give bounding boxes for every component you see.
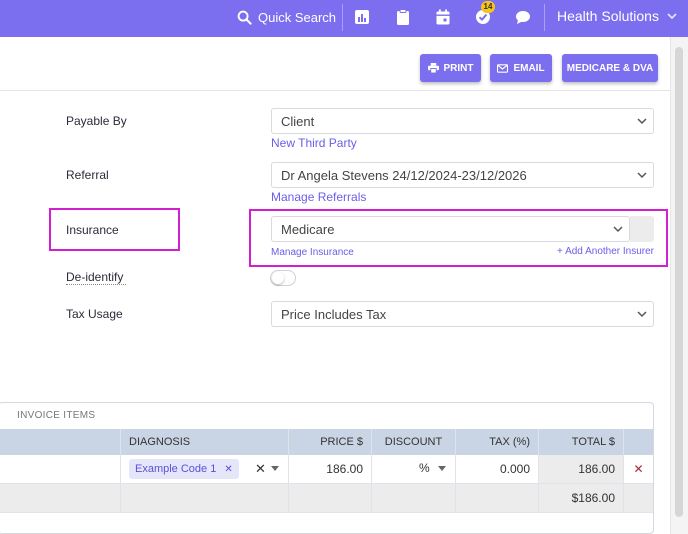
column-header-diagnosis: DIAGNOSIS	[121, 429, 288, 455]
add-another-insurer-link[interactable]: + Add Another Insurer	[557, 246, 654, 257]
chevron-down-icon	[637, 311, 647, 318]
total-cell: 186.00	[539, 455, 623, 483]
column-divider	[623, 429, 624, 513]
deidentify-underline	[66, 284, 126, 285]
delete-row-icon[interactable]: ✕	[624, 455, 653, 483]
item-cell[interactable]	[0, 455, 120, 483]
column-header-total: TOTAL $	[539, 429, 623, 455]
deidentify-toggle[interactable]	[270, 270, 296, 286]
email-label: EMAIL	[513, 62, 545, 74]
discount-type: %	[419, 461, 430, 475]
scrollbar-thumb[interactable]	[675, 47, 683, 517]
insurance-extra-button[interactable]	[630, 216, 654, 242]
column-header-item	[0, 429, 120, 455]
organization-name: Health Solutions	[557, 8, 659, 24]
new-third-party-link[interactable]: New Third Party	[271, 136, 357, 150]
caret-down-icon[interactable]	[438, 466, 446, 472]
price-cell[interactable]: 186.00	[289, 455, 371, 483]
medicare-dva-label: MEDICARE & DVA	[566, 62, 654, 74]
column-header-tax: TAX (%)	[456, 429, 538, 455]
print-button[interactable]: PRINT	[420, 54, 481, 82]
column-divider	[371, 429, 372, 513]
print-label: PRINT	[443, 62, 474, 74]
email-button[interactable]: EMAIL	[490, 54, 552, 82]
referral-label: Referral	[66, 168, 109, 182]
column-header-discount: DISCOUNT	[372, 429, 455, 455]
chevron-down-icon	[613, 226, 623, 233]
column-divider	[288, 429, 289, 513]
tax-usage-label: Tax Usage	[66, 307, 123, 321]
insurance-value: Medicare	[281, 221, 335, 237]
payable-by-value: Client	[281, 113, 315, 129]
column-divider	[538, 429, 539, 513]
chevron-down-icon	[667, 13, 677, 20]
toggle-knob	[272, 272, 284, 284]
vertical-scrollbar[interactable]	[670, 37, 688, 534]
divider	[544, 4, 545, 31]
payable-by-select[interactable]: Client	[271, 108, 654, 134]
clear-icon[interactable]: ✕	[255, 461, 266, 477]
chart-icon[interactable]	[354, 9, 370, 25]
insurance-label: Insurance	[66, 223, 119, 237]
referral-value: Dr Angela Stevens 24/12/2024-23/12/2026	[281, 167, 527, 183]
chevron-down-icon	[637, 172, 647, 179]
envelope-icon	[497, 63, 509, 73]
chat-icon[interactable]	[515, 9, 531, 25]
manage-referrals-link[interactable]: Manage Referrals	[271, 190, 366, 204]
divider	[342, 4, 343, 31]
deidentify-label: De-identify	[66, 270, 124, 284]
diagnosis-tag: Example Code 1 ✕	[129, 459, 239, 479]
column-header-price: PRICE $	[289, 429, 371, 455]
discount-cell[interactable]: %	[372, 455, 455, 483]
medicare-dva-button[interactable]: MEDICARE & DVA	[562, 54, 658, 82]
insurance-select[interactable]: Medicare	[271, 216, 630, 242]
quick-search-button[interactable]: Quick Search	[237, 0, 336, 34]
clipboard-icon[interactable]	[395, 9, 411, 25]
tax-usage-select[interactable]: Price Includes Tax	[271, 301, 654, 327]
column-divider	[455, 429, 456, 513]
printer-icon	[427, 63, 439, 73]
diagnosis-cell[interactable]: Example Code 1 ✕ ✕	[121, 455, 288, 483]
diagnosis-tag-label: Example Code 1	[135, 463, 217, 475]
column-divider	[120, 429, 121, 513]
chevron-down-icon	[637, 118, 647, 125]
row-divider	[0, 512, 653, 513]
notification-badge: 14	[481, 1, 495, 13]
remove-tag-icon[interactable]: ✕	[224, 464, 232, 475]
quick-search-label: Quick Search	[258, 9, 337, 25]
payable-by-label: Payable By	[66, 114, 127, 128]
organization-menu[interactable]: Health Solutions	[557, 0, 677, 32]
caret-down-icon[interactable]	[271, 466, 279, 472]
invoice-items-title: INVOICE ITEMS	[17, 410, 96, 421]
manage-insurance-link[interactable]: Manage Insurance	[271, 247, 354, 258]
calendar-icon[interactable]	[435, 9, 451, 25]
tax-usage-value: Price Includes Tax	[281, 306, 387, 322]
referral-select[interactable]: Dr Angela Stevens 24/12/2024-23/12/2026	[271, 162, 654, 188]
search-icon	[237, 10, 252, 25]
row-divider	[0, 483, 653, 484]
action-toolbar: PRINT EMAIL MEDICARE & DVA	[0, 37, 670, 91]
grand-total: $186.00	[539, 484, 623, 512]
top-navigation-bar: Quick Search 14 Health Solutions	[0, 0, 688, 37]
tax-cell[interactable]: 0.000	[456, 455, 538, 483]
column-header-actions	[624, 429, 653, 455]
